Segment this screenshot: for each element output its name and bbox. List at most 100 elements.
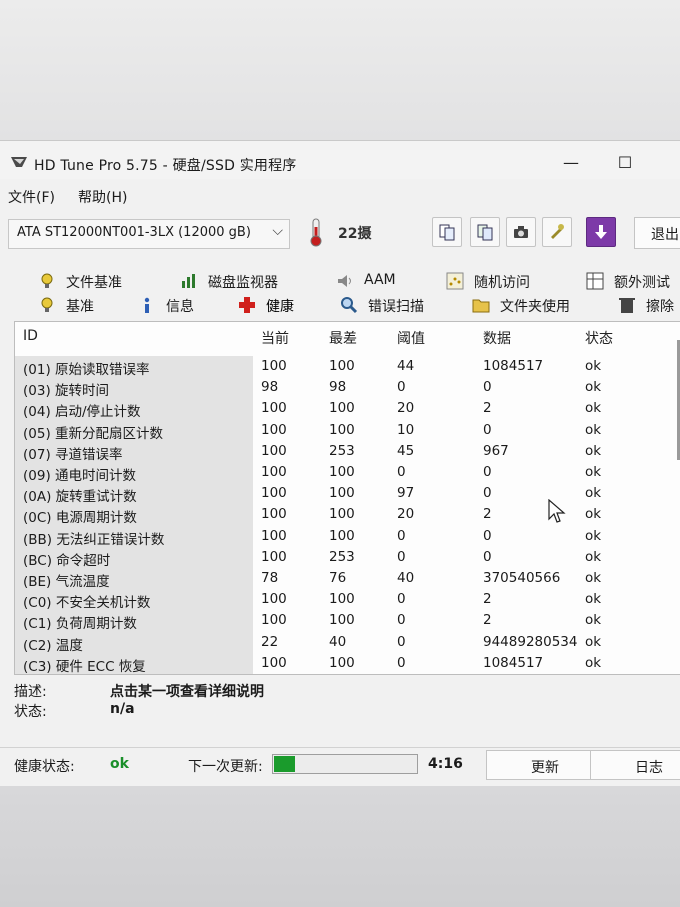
raw-data-value: 0 <box>483 379 492 396</box>
column-header-data[interactable]: 数据 <box>483 328 511 348</box>
attribute-name: (04) 启动/停止计数 <box>23 404 141 421</box>
exit-button-label: 退出 <box>651 227 679 243</box>
table-row[interactable]: (0C) 电源周期计数 100 100 20 2 ok <box>15 504 680 527</box>
camera-icon <box>514 226 528 238</box>
worst-value: 100 <box>329 591 355 608</box>
info-icon <box>144 297 150 313</box>
column-header-worst[interactable]: 最差 <box>329 328 357 348</box>
toolbar: ATA ST12000NT001-3LX (12000 gB) ⌵ 22摄 退出 <box>0 213 680 253</box>
table-row[interactable]: (BE) 气流温度 78 76 40 370540566 ok <box>15 568 680 590</box>
worst-value: 100 <box>329 506 355 523</box>
magnifier-icon <box>341 297 358 314</box>
tab-label: 健康 <box>266 299 294 315</box>
threshold-value: 0 <box>397 633 406 650</box>
health-status-value: ok <box>110 756 129 772</box>
current-value: 22 <box>261 633 279 650</box>
log-button-label: 日志 <box>635 760 663 776</box>
threshold-value: 0 <box>397 548 406 565</box>
table-row[interactable]: (BC) 命令超时 100 253 0 0 ok <box>15 547 680 569</box>
status-value: ok <box>585 442 602 459</box>
raw-data-value: 370540566 <box>483 570 561 586</box>
background-desk <box>0 786 680 907</box>
attribute-name: (0C) 电源周期计数 <box>23 510 137 527</box>
column-header-threshold[interactable]: 阈值 <box>397 328 425 348</box>
worst-value: 40 <box>329 633 347 650</box>
table-row[interactable]: (C0) 不安全关机计数 100 100 0 2 ok <box>15 589 680 611</box>
current-value: 100 <box>261 464 287 480</box>
update-progress-fill <box>274 756 295 772</box>
threshold-value: 0 <box>397 464 406 480</box>
tab-label: 文件夹使用 <box>500 299 570 315</box>
folder-icon <box>472 299 490 313</box>
menu-bar: 文件(F) 帮助(H) <box>0 185 680 207</box>
attribute-name: (BC) 命令超时 <box>23 552 111 569</box>
save-button[interactable] <box>586 217 616 247</box>
column-header-current[interactable]: 当前 <box>261 328 289 348</box>
raw-data-value: 2 <box>483 591 492 608</box>
exit-button[interactable]: 退出 <box>634 217 680 249</box>
thermometer-icon <box>310 218 322 247</box>
threshold-value: 0 <box>397 591 406 608</box>
copy-all-icon <box>477 224 493 241</box>
scatter-icon <box>446 272 464 290</box>
status-value: ok <box>585 570 602 586</box>
raw-data-value: 2 <box>483 400 492 417</box>
column-header-id[interactable]: ID <box>23 328 38 344</box>
update-button[interactable]: 更新 <box>486 750 604 780</box>
update-button-label: 更新 <box>531 760 559 776</box>
log-button[interactable]: 日志 <box>590 750 680 780</box>
attribute-name: (0A) 旋转重试计数 <box>23 489 137 506</box>
grid-icon <box>586 272 604 290</box>
worst-value: 253 <box>329 548 355 565</box>
options-button[interactable] <box>542 217 572 247</box>
threshold-value: 0 <box>397 654 406 671</box>
current-value: 100 <box>261 421 287 438</box>
update-progress-bar <box>272 754 418 774</box>
tab-label: 磁盘监视器 <box>208 275 278 291</box>
minimize-button[interactable]: — <box>558 151 584 175</box>
status-value: ok <box>585 358 602 374</box>
tab-label: 错误扫描 <box>368 299 424 315</box>
screenshot-button[interactable] <box>506 217 536 247</box>
health-status-label: 健康状态: <box>14 759 75 775</box>
current-value: 100 <box>261 654 287 671</box>
worst-value: 76 <box>329 570 347 586</box>
drive-select[interactable]: ATA ST12000NT001-3LX (12000 gB) ⌵ <box>8 219 290 249</box>
threshold-value: 97 <box>397 485 415 502</box>
column-header-status[interactable]: 状态 <box>585 328 613 348</box>
raw-data-value: 0 <box>483 485 492 502</box>
raw-data-value: 2 <box>483 612 492 629</box>
worst-value: 98 <box>329 379 347 396</box>
table-row[interactable]: (BB) 无法纠正错误计数 100 100 0 0 ok <box>15 526 680 548</box>
raw-data-value: 967 <box>483 442 509 459</box>
status-value: ok <box>585 654 602 671</box>
menu-file[interactable]: 文件(F) <box>8 187 55 207</box>
menu-help[interactable]: 帮助(H) <box>78 187 127 207</box>
app-window: HD Tune Pro 5.75 - 硬盘/SSD 实用程序 — ☐ 文件(F)… <box>0 140 680 787</box>
table-row[interactable]: (C3) 硬件 ECC 恢复 100 100 0 1084517 ok <box>15 653 680 674</box>
table-row[interactable]: (07) 寻道错误率 100 253 45 967 ok <box>15 441 680 463</box>
threshold-value: 20 <box>397 506 415 523</box>
tab-label: 信息 <box>166 299 194 315</box>
current-value: 100 <box>261 527 287 544</box>
table-row[interactable]: (09) 通电时间计数 100 100 0 0 ok <box>15 462 680 484</box>
lightbulb-icon <box>41 273 53 288</box>
tools-icon <box>551 224 564 239</box>
copy-text-button[interactable] <box>432 217 462 247</box>
window-title: HD Tune Pro 5.75 - 硬盘/SSD 实用程序 <box>34 158 297 174</box>
table-row[interactable]: (C2) 温度 22 40 0 94489280534 ok <box>15 632 680 654</box>
current-value: 78 <box>261 570 279 586</box>
table-row[interactable]: (05) 重新分配扇区计数 100 100 10 0 ok <box>15 420 680 442</box>
table-row[interactable]: (C1) 负荷周期计数 100 100 0 2 ok <box>15 610 680 633</box>
table-row[interactable]: (04) 启动/停止计数 100 100 20 2 ok <box>15 398 680 421</box>
worst-value: 100 <box>329 400 355 417</box>
table-row[interactable]: (01) 原始读取错误率 100 100 44 1084517 ok <box>15 356 680 378</box>
table-row[interactable]: (0A) 旋转重试计数 100 100 97 0 ok <box>15 483 680 506</box>
attribute-name: (C1) 负荷周期计数 <box>23 616 137 633</box>
status-value: ok <box>585 464 602 480</box>
copy-all-button[interactable] <box>470 217 500 247</box>
current-value: 100 <box>261 442 287 459</box>
table-row[interactable]: (03) 旋转时间 98 98 0 0 ok <box>15 377 680 399</box>
status-value: ok <box>585 612 602 629</box>
maximize-button[interactable]: ☐ <box>612 151 638 175</box>
